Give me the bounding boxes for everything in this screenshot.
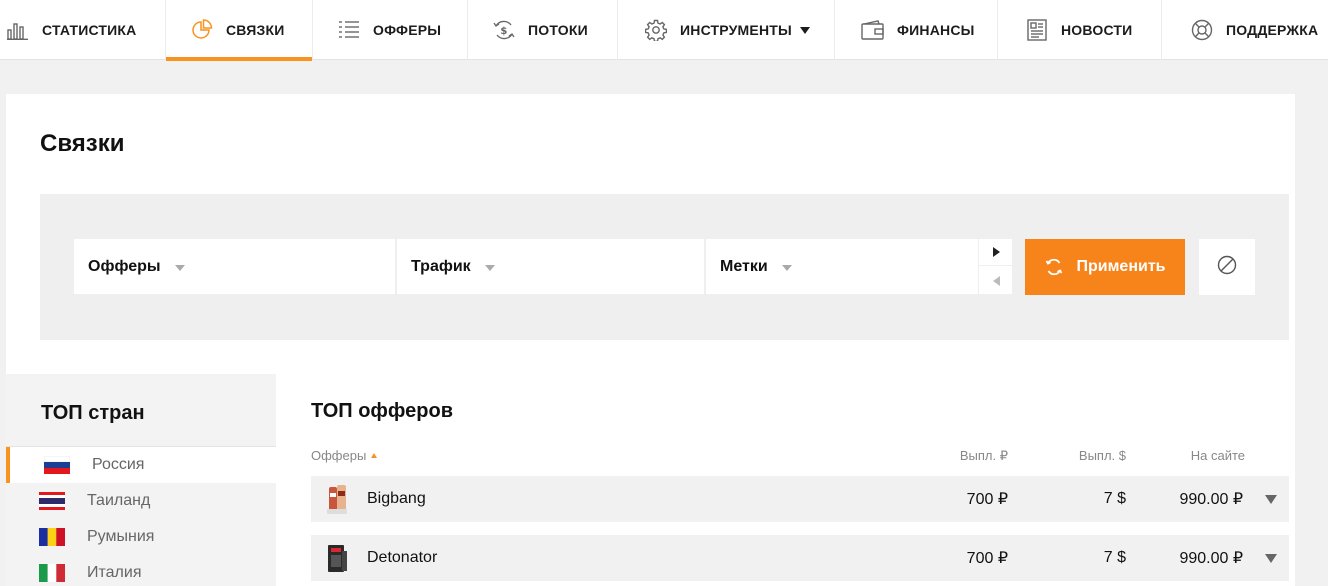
filter-label: Офферы (88, 257, 161, 275)
country-item-romania[interactable]: Румыния (6, 519, 276, 555)
chevron-down-icon (1265, 494, 1277, 504)
filter-scroll-controls (978, 239, 1013, 294)
offer-thumbnail (323, 483, 351, 515)
arrow-left-icon (992, 275, 1000, 286)
country-item-russia[interactable]: Россия (6, 447, 276, 483)
chevron-down-icon (799, 26, 810, 34)
bar-chart-icon (6, 18, 30, 42)
scroll-right-button[interactable] (979, 239, 1013, 266)
thailand-flag-icon (39, 492, 65, 510)
apply-label: Применить (1076, 258, 1166, 275)
nav-label: СТАТИСТИКА (42, 22, 137, 38)
top-countries-title: ТОП стран (41, 402, 145, 424)
nav-item-streams[interactable]: $ ПОТОКИ (468, 0, 618, 60)
page-title: Связки (40, 130, 125, 157)
nav-label: НОВОСТИ (1061, 22, 1133, 38)
chevron-down-icon (1265, 553, 1277, 563)
romania-flag-icon (39, 528, 66, 546)
gear-icon (644, 18, 668, 42)
nav-label: ОФФЕРЫ (373, 22, 442, 38)
wallet-icon (861, 18, 885, 42)
payout-usd-cell: 7 $ (1103, 490, 1126, 507)
table-row[interactable]: Detonator 700 ₽ 7 $ 990.00 ₽ (311, 535, 1289, 581)
nav-label: ПОДДЕРЖКА (1226, 22, 1319, 38)
nav-label: ПОТОКИ (528, 22, 588, 38)
top-navigation: СТАТИСТИКА СВЯЗКИ ОФФЕРЫ $ ПОТОКИ ИНСТРУ… (0, 0, 1328, 61)
nav-item-bundles[interactable]: СВЯЗКИ (166, 0, 313, 61)
nav-item-finance[interactable]: ФИНАНСЫ (835, 0, 998, 60)
lifebuoy-icon (1190, 18, 1214, 42)
country-name: Румыния (87, 528, 155, 545)
list-icon (337, 18, 361, 42)
nav-label: ФИНАНСЫ (897, 22, 975, 38)
apply-button[interactable]: Применить (1025, 239, 1185, 295)
arrow-right-icon (992, 247, 1000, 257)
tags-filter-dropdown[interactable]: Метки (706, 239, 978, 294)
column-label: Офферы (311, 448, 367, 463)
cancel-icon (1217, 255, 1237, 280)
country-list: Россия Таиланд Румыния Италия (6, 446, 276, 586)
country-name: Таиланд (87, 492, 151, 509)
nav-item-statistics[interactable]: СТАТИСТИКА (0, 0, 166, 60)
filter-label: Трафик (411, 257, 471, 275)
chevron-down-icon (174, 264, 185, 271)
site-price-cell: 990.00 ₽ (1179, 550, 1243, 567)
expand-row-button[interactable] (1265, 476, 1277, 522)
top-countries-panel: ТОП стран Россия Таиланд Румыния Италия (6, 374, 276, 586)
filter-bar: Офферы Трафик Метки Применить (40, 194, 1289, 340)
chevron-down-icon (484, 264, 495, 271)
site-price-column-header[interactable]: На сайте (1191, 448, 1245, 463)
filter-label: Метки (720, 257, 768, 275)
italy-flag-icon (39, 564, 66, 582)
reset-filters-button[interactable] (1199, 239, 1255, 295)
country-item-thailand[interactable]: Таиланд (6, 483, 276, 519)
sort-ascending-icon (371, 453, 378, 458)
newspaper-icon (1025, 18, 1049, 42)
top-offers-title: ТОП офферов (311, 400, 454, 422)
pie-chart-icon (190, 18, 214, 42)
russia-flag-icon (43, 455, 71, 474)
nav-item-news[interactable]: НОВОСТИ (998, 0, 1162, 60)
country-item-italy[interactable]: Италия (6, 555, 276, 586)
offer-name-cell: Bigbang (323, 476, 426, 522)
nav-item-offers[interactable]: ОФФЕРЫ (313, 0, 468, 60)
offer-name: Detonator (367, 549, 438, 566)
country-name: Россия (92, 456, 145, 473)
offers-filter-dropdown[interactable]: Офферы (74, 239, 396, 294)
offers-column-header[interactable]: Офферы (311, 448, 378, 463)
offer-name-cell: Detonator (323, 535, 437, 581)
payout-rub-column-header[interactable]: Выпл. ₽ (960, 448, 1008, 464)
offers-table-header: Офферы Выпл. ₽ Выпл. $ На сайте (311, 448, 1289, 468)
country-name: Италия (87, 564, 142, 581)
site-price-cell: 990.00 ₽ (1179, 491, 1243, 508)
expand-row-button[interactable] (1265, 535, 1277, 581)
offer-name: Bigbang (367, 490, 426, 507)
payout-usd-column-header[interactable]: Выпл. $ (1079, 448, 1126, 463)
main-panel: Связки Офферы Трафик Метки Применить ТОП… (6, 94, 1295, 586)
dollar-cycle-icon: $ (492, 18, 516, 42)
nav-label: СВЯЗКИ (226, 22, 285, 38)
offer-thumbnail (323, 542, 351, 574)
nav-item-tools[interactable]: ИНСТРУМЕНТЫ (618, 0, 835, 60)
nav-label: ИНСТРУМЕНТЫ (680, 22, 792, 38)
scroll-left-button[interactable] (979, 267, 1013, 294)
payout-rub-cell: 700 ₽ (966, 550, 1008, 567)
refresh-icon (1044, 257, 1064, 277)
payout-usd-cell: 7 $ (1103, 549, 1126, 566)
payout-rub-cell: 700 ₽ (966, 491, 1008, 508)
traffic-filter-dropdown[interactable]: Трафик (397, 239, 705, 294)
table-row[interactable]: Bigbang 700 ₽ 7 $ 990.00 ₽ (311, 476, 1289, 522)
nav-item-support[interactable]: ПОДДЕРЖКА (1162, 0, 1328, 60)
svg-text:$: $ (500, 26, 507, 37)
chevron-down-icon (781, 264, 792, 271)
